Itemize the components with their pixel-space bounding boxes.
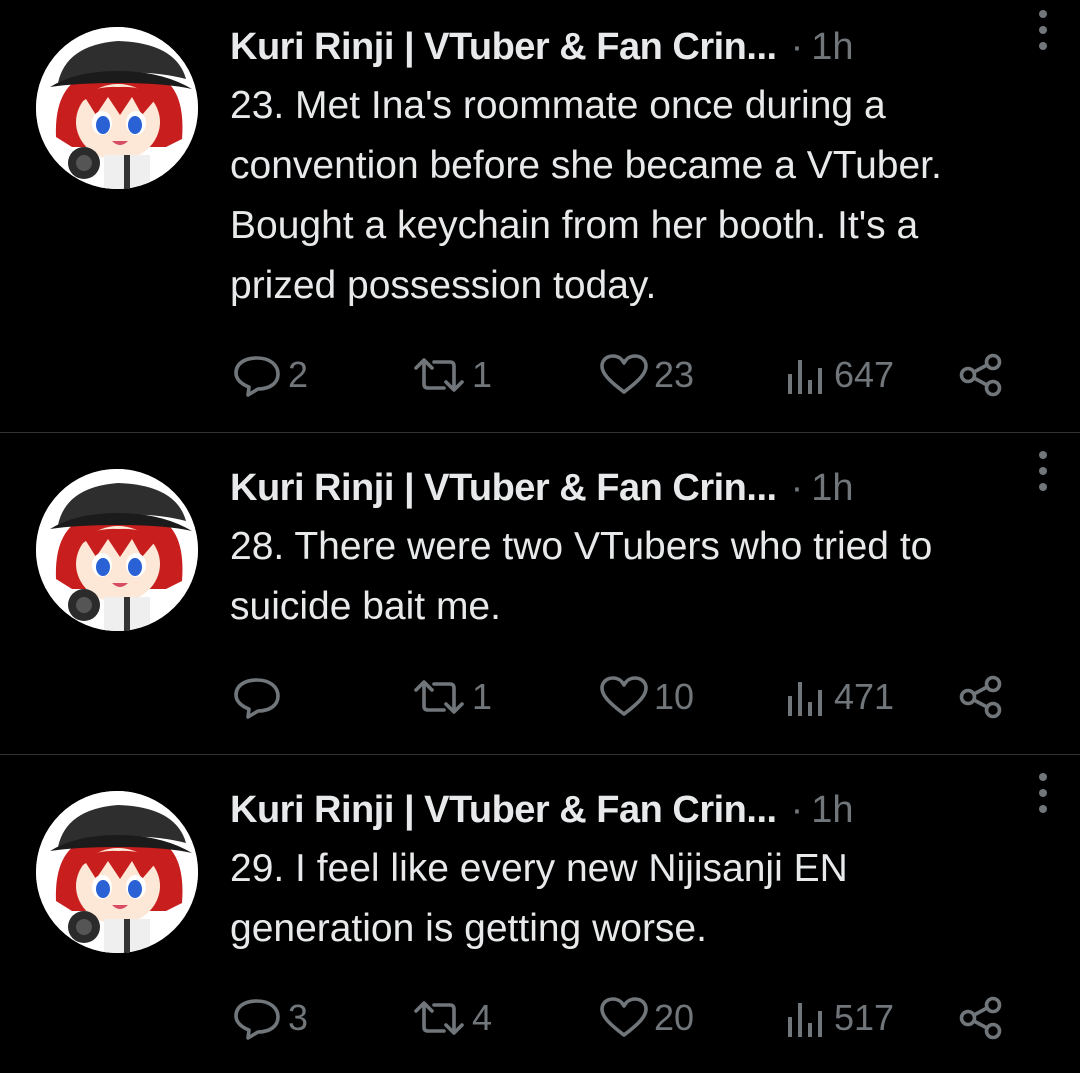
views-button[interactable]: 647 [782,350,894,400]
view-count: 517 [834,997,895,1038]
views-icon [788,1003,822,1037]
more-options-icon[interactable] [1028,451,1058,491]
avatar[interactable] [36,27,198,189]
share-icon [959,996,1002,1040]
timestamp[interactable]: 1h [811,789,853,832]
reply-button[interactable] [230,672,288,722]
tweet[interactable]: Kuri Rinji | VTuber & Fan Crin... · 1h 2… [0,755,1080,1073]
tweet[interactable]: Kuri Rinji | VTuber & Fan Crin... · 1h 2… [0,0,1080,433]
like-button[interactable]: 10 [598,672,694,722]
reply-button[interactable]: 3 [230,993,308,1043]
retweet-count: 4 [472,997,493,1038]
tweet-header: Kuri Rinji | VTuber & Fan Crin... · 1h [230,785,1040,835]
reply-button[interactable]: 2 [230,350,308,400]
tweet-text: 29. I feel like every new Nijisanji EN g… [230,847,848,950]
avatar[interactable] [36,791,198,953]
reply-icon [234,678,280,719]
retweet-count: 1 [472,676,493,717]
retweet-button[interactable]: 4 [410,993,492,1043]
tweet-text: 23. Met Ina's roommate once during a con… [230,84,942,307]
like-count: 20 [654,997,695,1038]
retweet-count: 1 [472,354,493,395]
heart-icon [600,997,648,1037]
share-button[interactable] [958,350,1004,400]
action-bar: 3 4 20 517 [230,993,1020,1043]
author-name[interactable]: Kuri Rinji | VTuber & Fan Crin... [230,789,777,832]
timestamp[interactable]: 1h [811,26,853,69]
author-name[interactable]: Kuri Rinji | VTuber & Fan Crin... [230,26,777,69]
timestamp[interactable]: 1h [811,467,853,510]
views-icon [788,682,822,716]
tweet-header: Kuri Rinji | VTuber & Fan Crin... · 1h [230,463,1040,513]
views-button[interactable]: 517 [782,993,894,1043]
views-button[interactable]: 471 [782,672,894,722]
share-button[interactable] [958,672,1004,722]
share-icon [959,353,1002,397]
tweet[interactable]: Kuri Rinji | VTuber & Fan Crin... · 1h 2… [0,433,1080,755]
retweet-icon [414,680,464,714]
share-icon [959,675,1002,719]
retweet-icon [414,358,464,392]
avatar[interactable] [36,469,198,631]
heart-icon [600,676,648,716]
like-button[interactable]: 23 [598,350,694,400]
reply-icon [234,999,280,1040]
avatar-image [36,469,198,631]
timeline-feed: Kuri Rinji | VTuber & Fan Crin... · 1h 2… [0,0,1080,1073]
avatar-image [36,27,198,189]
reply-icon [234,356,280,397]
retweet-icon [414,1001,464,1035]
action-bar: 2 1 23 647 [230,350,1020,400]
like-button[interactable]: 20 [598,993,694,1043]
more-options-icon[interactable] [1028,773,1058,813]
reply-count: 2 [288,354,309,395]
tweet-header: Kuri Rinji | VTuber & Fan Crin... · 1h [230,22,1040,72]
more-options-icon[interactable] [1028,10,1058,50]
like-count: 10 [654,676,695,717]
reply-count: 3 [288,997,309,1038]
retweet-button[interactable]: 1 [410,672,492,722]
tweet-text: 28. There were two VTubers who tried to … [230,525,933,628]
separator-dot: · [790,466,804,509]
view-count: 471 [834,676,895,717]
views-icon [788,360,822,394]
view-count: 647 [834,354,895,395]
retweet-button[interactable]: 1 [410,350,492,400]
heart-icon [600,354,648,394]
author-name[interactable]: Kuri Rinji | VTuber & Fan Crin... [230,467,777,510]
avatar-image [36,791,198,953]
separator-dot: · [790,25,804,68]
like-count: 23 [654,354,695,395]
action-bar: 1 10 471 [230,672,1020,722]
share-button[interactable] [958,993,1004,1043]
separator-dot: · [790,788,804,831]
